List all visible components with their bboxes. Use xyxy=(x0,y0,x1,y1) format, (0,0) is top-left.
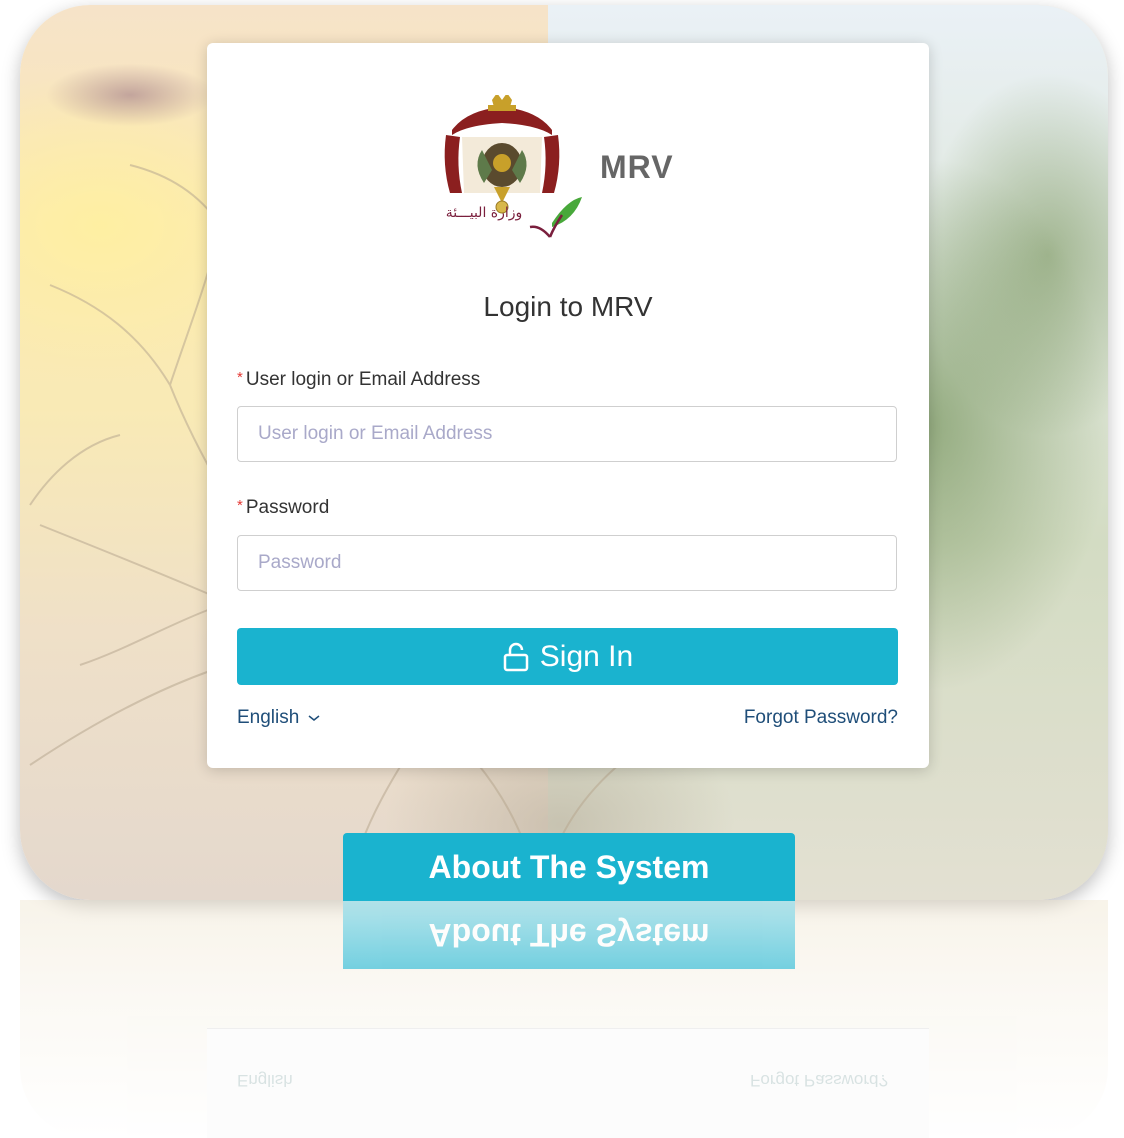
login-title: Login to MRV xyxy=(483,291,653,322)
password-input[interactable] xyxy=(237,535,897,591)
login-card: وزارة البيـــئة MRV Login to MRV * User l… xyxy=(207,43,929,768)
username-label: * User login or Email Address xyxy=(237,369,480,391)
about-system-reflection: About The System xyxy=(343,901,795,969)
unlock-icon xyxy=(503,642,529,671)
about-system-button[interactable]: About The System xyxy=(343,833,795,901)
required-marker: * xyxy=(237,369,243,386)
ministry-logo: وزارة البيـــئة xyxy=(422,93,582,245)
sign-in-button[interactable]: Sign In xyxy=(237,628,898,685)
forgot-password-link[interactable]: Forgot Password? xyxy=(744,707,898,729)
app-name: MRV xyxy=(600,149,674,185)
reflection-language-text: English xyxy=(237,1071,293,1090)
sign-in-label: Sign In xyxy=(539,639,634,673)
chevron-down-icon xyxy=(308,715,320,721)
username-input[interactable] xyxy=(237,406,897,462)
language-select[interactable]: English xyxy=(237,707,321,729)
language-value: English xyxy=(237,707,300,728)
password-label: * Password xyxy=(237,497,329,519)
ministry-emblem-icon xyxy=(444,93,582,238)
username-label-text: User login or Email Address xyxy=(245,369,481,390)
password-label-text: Password xyxy=(245,497,330,518)
required-marker: * xyxy=(237,497,243,514)
reflection-forgot-text: Forgot Password? xyxy=(750,1071,888,1090)
logo-arabic-text: وزارة البيـــئة xyxy=(445,205,523,221)
